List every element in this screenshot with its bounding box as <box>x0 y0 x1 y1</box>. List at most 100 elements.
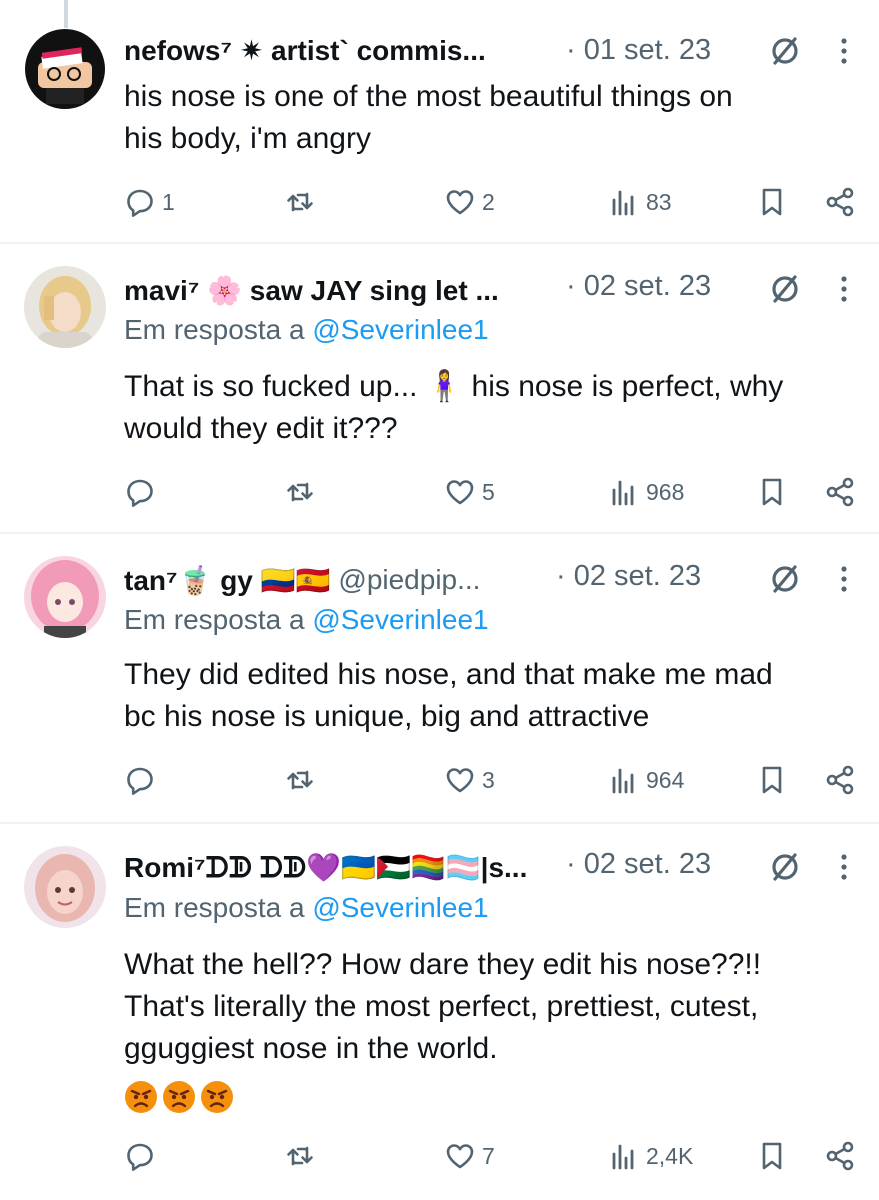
heart-icon <box>446 1144 474 1169</box>
display-name[interactable]: mavi⁷ 🌸 saw JAY sing let ... <box>124 274 499 307</box>
tweet-actions: 5 968 <box>124 472 864 512</box>
more-icon[interactable] <box>834 850 854 884</box>
bookmark-button[interactable] <box>756 1136 788 1176</box>
share-icon <box>826 477 854 507</box>
avatar[interactable] <box>24 28 106 110</box>
bookmark-button[interactable] <box>756 182 788 222</box>
reply-button[interactable] <box>124 1136 162 1176</box>
views-icon <box>612 1144 634 1170</box>
repost-icon <box>287 192 313 212</box>
like-button[interactable]: 5 <box>444 472 495 512</box>
like-count: 7 <box>482 1142 495 1169</box>
like-count: 5 <box>482 478 495 505</box>
heart-icon <box>446 480 474 505</box>
tweet-date[interactable]: · 01 set. 23 <box>566 34 711 67</box>
reply-icon <box>127 479 153 507</box>
tweet[interactable]: tan⁷🧋 gy 🇨🇴🇪🇸 @piedpip... · 02 set. 23 E… <box>0 534 879 822</box>
tweet-actions: 3 964 <box>124 760 864 800</box>
user-handle[interactable]: @piedpip... <box>338 564 480 596</box>
views-button[interactable]: 2,4K <box>608 1136 693 1176</box>
tweet-date[interactable]: · 02 set. 23 <box>566 848 711 881</box>
tweet-text-line: That's literally the most perfect, prett… <box>124 990 759 1023</box>
share-button[interactable] <box>824 1136 856 1176</box>
repost-icon <box>287 770 313 790</box>
views-count: 964 <box>646 766 685 793</box>
tweet-text-line: his nose is one of the most beautiful th… <box>124 80 733 113</box>
avatar[interactable] <box>24 846 106 928</box>
like-button[interactable]: 3 <box>444 760 495 800</box>
replying-to-handle[interactable]: @Severinlee1 <box>312 604 488 635</box>
bookmark-icon <box>762 1142 782 1170</box>
angry-face-icon <box>163 1081 195 1113</box>
repost-icon <box>287 1146 313 1166</box>
like-button[interactable]: 7 <box>444 1136 495 1176</box>
views-button[interactable]: 964 <box>608 760 684 800</box>
repost-button[interactable] <box>284 182 322 222</box>
share-icon <box>826 765 854 795</box>
reply-icon <box>127 189 153 217</box>
views-icon <box>612 190 634 216</box>
replying-to-label: Em resposta a <box>124 314 313 345</box>
replying-to-handle[interactable]: @Severinlee1 <box>312 892 488 923</box>
like-count: 3 <box>482 766 495 793</box>
tweet-date[interactable]: · 02 set. 23 <box>556 560 701 593</box>
reply-button[interactable]: 1 <box>124 182 175 222</box>
repost-button[interactable] <box>284 760 322 800</box>
more-icon[interactable] <box>834 34 854 68</box>
reply-button[interactable] <box>124 760 162 800</box>
tweet-text: What the hell?? How dare they edit his n… <box>124 944 864 1070</box>
share-button[interactable] <box>824 182 856 222</box>
bookmark-icon <box>762 188 782 216</box>
tweet[interactable]: mavi⁷ 🌸 saw JAY sing let ... · 02 set. 2… <box>0 244 879 532</box>
views-button[interactable]: 83 <box>608 182 672 222</box>
display-name[interactable]: nefows⁷ ✷ artist` commis... <box>124 34 486 67</box>
reply-icon <box>127 767 153 795</box>
grok-icon[interactable] <box>768 34 802 68</box>
tweet-text-line: his body, i'm angry <box>124 122 371 155</box>
grok-icon[interactable] <box>768 562 802 596</box>
reply-icon <box>127 1143 153 1171</box>
tweet-text-line: gguggiest nose in the world. <box>124 1032 498 1065</box>
tweet-text-line: bc his nose is unique, big and attractiv… <box>124 700 650 733</box>
more-icon[interactable] <box>834 272 854 306</box>
tweet-actions: 1 2 83 <box>124 182 864 222</box>
replying-to: Em resposta a @Severinlee1 <box>124 892 489 924</box>
bookmark-button[interactable] <box>756 472 788 512</box>
replying-to: Em resposta a @Severinlee1 <box>124 314 489 346</box>
angry-emoji-row <box>124 1080 234 1114</box>
views-count: 968 <box>646 478 685 505</box>
share-icon <box>826 1141 854 1171</box>
replying-to-handle[interactable]: @Severinlee1 <box>312 314 488 345</box>
share-button[interactable] <box>824 472 856 512</box>
like-count: 2 <box>482 188 495 215</box>
tweet-actions: 7 2,4K <box>124 1136 864 1176</box>
share-button[interactable] <box>824 760 856 800</box>
views-button[interactable]: 968 <box>608 472 684 512</box>
repost-button[interactable] <box>284 1136 322 1176</box>
share-icon <box>826 187 854 217</box>
views-icon <box>612 768 634 794</box>
repost-button[interactable] <box>284 472 322 512</box>
tweet-text: That is so fucked up... 🧍‍♀️ his nose is… <box>124 366 864 450</box>
angry-face-icon <box>201 1081 233 1113</box>
avatar[interactable] <box>24 266 106 348</box>
grok-icon[interactable] <box>768 850 802 884</box>
display-name[interactable]: Romi⁷ᗪᗫ ᗪᗫ💜🇺🇦🇵🇸🏳️‍🌈🏳️‍⚧️|s... <box>124 851 527 885</box>
like-button[interactable]: 2 <box>444 182 495 222</box>
repost-icon <box>287 482 313 502</box>
bookmark-button[interactable] <box>756 760 788 800</box>
avatar[interactable] <box>24 556 106 638</box>
reply-button[interactable] <box>124 472 162 512</box>
tweet[interactable]: Romi⁷ᗪᗫ ᗪᗫ💜🇺🇦🇵🇸🏳️‍🌈🏳️‍⚧️|s... · 02 set. … <box>0 824 879 1200</box>
more-icon[interactable] <box>834 562 854 596</box>
replying-to: Em resposta a @Severinlee1 <box>124 604 489 636</box>
tweet-date[interactable]: · 02 set. 23 <box>566 270 711 303</box>
angry-face-icon <box>125 1081 157 1113</box>
bookmark-icon <box>762 766 782 794</box>
tweet-text: They did edited his nose, and that make … <box>124 654 864 738</box>
views-count: 2,4K <box>646 1142 694 1169</box>
tweet[interactable]: nefows⁷ ✷ artist` commis... · 01 set. 23… <box>0 0 879 242</box>
grok-icon[interactable] <box>768 272 802 306</box>
display-name[interactable]: tan⁷🧋 gy 🇨🇴🇪🇸 <box>124 564 330 597</box>
tweet-text-line: That is so fucked up... 🧍‍♀️ his nose is… <box>124 370 784 403</box>
